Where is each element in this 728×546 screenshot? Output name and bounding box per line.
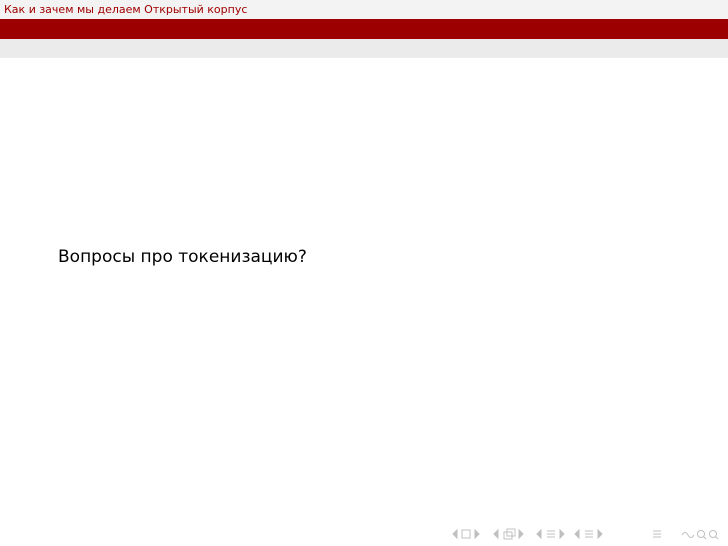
outline-icon[interactable] <box>653 530 661 538</box>
slide-forward-icon[interactable] <box>474 528 480 540</box>
frame-title-band <box>0 19 728 39</box>
section-icon[interactable] <box>585 530 593 538</box>
frame-forward-icon[interactable] <box>518 528 524 540</box>
slide-body-text: Вопросы про токенизацию? <box>58 247 307 267</box>
frame-icon[interactable] <box>503 528 516 540</box>
subsection-forward-icon[interactable] <box>559 528 565 540</box>
subsection-back-icon[interactable] <box>536 528 542 540</box>
frame-back-icon[interactable] <box>493 528 499 540</box>
section-back-icon[interactable] <box>574 528 580 540</box>
frame-subtitle-band <box>0 39 728 58</box>
slide-icon[interactable] <box>461 529 471 539</box>
section-forward-icon[interactable] <box>597 528 603 540</box>
subsection-icon[interactable] <box>547 530 555 538</box>
beamer-navigation-bar <box>452 527 724 541</box>
slide-back-icon[interactable] <box>452 528 458 540</box>
header-bar: Как и зачем мы делаем Открытый корпус <box>0 0 728 19</box>
search-icon[interactable] <box>681 530 719 540</box>
navigation-symbols <box>452 528 719 540</box>
presentation-title: Как и зачем мы делаем Открытый корпус <box>4 3 248 16</box>
